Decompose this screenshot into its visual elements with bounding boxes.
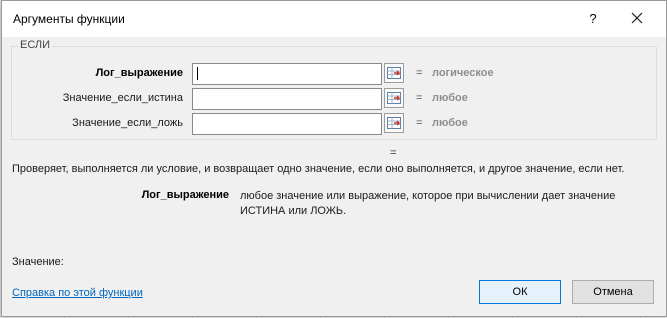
function-name: ЕСЛИ — [18, 39, 53, 51]
function-arguments-dialog: Аргументы функции ? ЕСЛИ Лог_выражение = — [1, 0, 667, 317]
formula-result-equals: = — [390, 147, 397, 159]
cancel-button[interactable]: Отмена — [572, 280, 654, 304]
logical-test-input[interactable] — [192, 63, 382, 85]
close-button[interactable] — [622, 7, 652, 31]
argument-result: любое — [432, 92, 468, 104]
current-parameter-name: Лог_выражение — [141, 189, 229, 201]
argument-result: любое — [432, 117, 468, 129]
argument-row-logical-test: Лог_выражение = логическое — [12, 63, 656, 85]
ok-button[interactable]: ОК — [479, 280, 561, 304]
close-icon — [631, 12, 643, 24]
equals-sign: = — [416, 117, 423, 129]
help-button[interactable]: ? — [580, 7, 606, 31]
range-select-icon — [387, 117, 401, 129]
argument-label: Значение_если_истина — [62, 92, 183, 104]
value-if-true-input[interactable] — [192, 88, 382, 110]
range-select-icon — [387, 67, 401, 79]
equals-sign: = — [416, 92, 423, 104]
argument-row-value-if-true: Значение_если_истина = любое — [12, 88, 656, 110]
argument-result: логическое — [432, 67, 494, 79]
dialog-title: Аргументы функции — [13, 12, 125, 26]
current-parameter-description: любое значение или выражение, которое пр… — [240, 190, 616, 217]
help-on-function-link[interactable]: Справка по этой функции — [12, 287, 143, 299]
argument-label: Значение_если_ложь — [72, 117, 183, 129]
title-bar: Аргументы функции ? — [2, 1, 666, 37]
arguments-group: ЕСЛИ Лог_выражение = логическое Значение… — [11, 39, 657, 140]
argument-row-value-if-false: Значение_если_ложь = любое — [12, 113, 656, 135]
range-select-icon — [387, 92, 401, 104]
equals-sign: = — [416, 67, 423, 79]
collapse-dialog-button[interactable] — [384, 88, 404, 108]
function-description: Проверяет, выполняется ли условие, и воз… — [12, 163, 625, 175]
collapse-dialog-button[interactable] — [384, 63, 404, 83]
result-value-label: Значение: — [12, 256, 64, 268]
collapse-dialog-button[interactable] — [384, 113, 404, 133]
value-if-false-input[interactable] — [192, 113, 382, 135]
argument-label: Лог_выражение — [95, 67, 183, 79]
